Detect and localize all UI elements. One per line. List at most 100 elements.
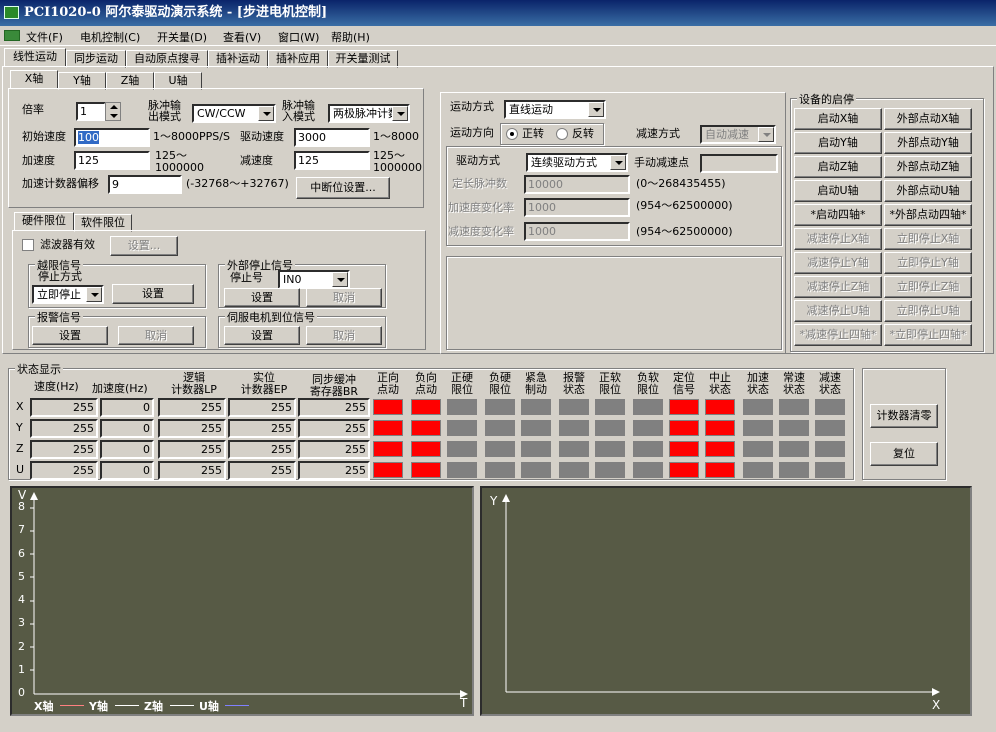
document-icon[interactable] <box>4 30 20 41</box>
decel-rate-input[interactable]: 1000 <box>524 222 630 241</box>
chevron-down-icon[interactable] <box>86 287 102 302</box>
flag-header-11-2: 状态 <box>783 383 805 396</box>
device-button-0-0[interactable]: 启动X轴 <box>794 108 882 130</box>
tab-linear[interactable]: 线性运动 <box>4 48 66 66</box>
chevron-down-icon[interactable] <box>588 102 604 117</box>
br-value: 255 <box>298 398 370 417</box>
menu-motor[interactable]: 电机控制(C) <box>80 29 140 45</box>
clear-counter-button[interactable]: 计数器清零 <box>870 404 938 428</box>
dir-reverse-radio[interactable] <box>556 128 568 140</box>
manual-decel-input[interactable] <box>700 154 778 173</box>
interrupt-setup-button[interactable]: 中断位设置... <box>296 177 390 199</box>
accel-input[interactable]: 125 <box>74 151 150 170</box>
flag-header-7-2: 限位 <box>637 383 659 396</box>
ext-setup-button[interactable]: 设置 <box>224 288 300 307</box>
device-button-8-0[interactable]: 减速停止U轴 <box>794 300 882 322</box>
window-title: PCI1020-0 阿尔泰驱动演示系统 - [步进电机控制] <box>0 0 996 26</box>
filter-setup-button[interactable]: 设置... <box>110 236 178 256</box>
menu-file[interactable]: 文件(F) <box>26 29 63 45</box>
drive-speed-input[interactable]: 3000 <box>294 128 370 147</box>
device-button-6-0[interactable]: 减速停止Y轴 <box>794 252 882 274</box>
legend-name: U轴 <box>199 700 219 713</box>
tab-axis-x[interactable]: X轴 <box>10 70 58 88</box>
counter-offset-label: 加速计数器偏移 <box>22 177 99 190</box>
accel-value: 0 <box>100 440 154 459</box>
counter-offset-range: (-32768～+32767) <box>186 177 289 190</box>
status-led <box>521 420 551 436</box>
flag-header-4-2: 制动 <box>525 383 547 396</box>
chevron-down-icon[interactable] <box>258 106 274 121</box>
chevron-down-icon[interactable] <box>758 127 774 142</box>
motion-dir-label: 运动方向 <box>450 126 494 139</box>
tab-hardware-limit[interactable]: 硬件限位 <box>14 212 74 230</box>
servo-setup-button[interactable]: 设置 <box>224 326 300 345</box>
device-button-5-1[interactable]: 立即停止X轴 <box>884 228 972 250</box>
ext-cancel-button[interactable]: 取消 <box>306 288 382 307</box>
decel-mode-select[interactable]: 自动减速 <box>700 125 776 144</box>
device-button-5-0[interactable]: 减速停止X轴 <box>794 228 882 250</box>
counter-offset-input[interactable]: 9 <box>108 175 182 194</box>
dir-forward-label: 正转 <box>522 127 544 140</box>
ratio-spinner[interactable] <box>105 102 121 121</box>
device-group-label: 设备的启停 <box>797 91 856 107</box>
init-speed-input[interactable]: 100 <box>74 128 150 147</box>
device-button-9-0[interactable]: *减速停止四轴* <box>794 324 882 346</box>
status-led <box>815 462 845 478</box>
device-button-4-1[interactable]: *外部点动四轴* <box>884 204 972 226</box>
servo-cancel-button[interactable]: 取消 <box>306 326 382 345</box>
device-button-1-0[interactable]: 启动Y轴 <box>794 132 882 154</box>
chevron-down-icon[interactable] <box>610 155 626 170</box>
ratio-input[interactable]: 1 <box>76 102 106 121</box>
device-button-2-1[interactable]: 外部点动Z轴 <box>884 156 972 178</box>
status-led <box>559 441 589 457</box>
device-button-1-1[interactable]: 外部点动Y轴 <box>884 132 972 154</box>
reset-button[interactable]: 复位 <box>870 442 938 466</box>
menu-view[interactable]: 查看(V) <box>223 29 261 45</box>
flag-header-5-1: 报警 <box>563 371 585 384</box>
decel-input[interactable]: 125 <box>294 151 370 170</box>
device-button-4-0[interactable]: *启动四轴* <box>794 204 882 226</box>
motion-mode-label: 运动方式 <box>450 100 494 113</box>
decel-rate-range: (954～62500000) <box>636 225 733 238</box>
filter-checkbox[interactable] <box>22 239 34 251</box>
fixed-pulse-input[interactable]: 10000 <box>524 175 630 194</box>
y-tick-label: 4 <box>18 593 25 606</box>
device-button-9-1[interactable]: *立即停止四轴* <box>884 324 972 346</box>
stop-no-select[interactable]: IN0 <box>278 270 350 289</box>
y-tick-label: 5 <box>18 569 25 583</box>
status-led <box>743 399 773 415</box>
flag-header-9-1: 中止 <box>709 371 731 384</box>
menu-window[interactable]: 窗口(W) <box>278 29 319 45</box>
device-button-7-0[interactable]: 减速停止Z轴 <box>794 276 882 298</box>
alarm-setup-button[interactable]: 设置 <box>32 326 108 345</box>
status-led <box>595 462 625 478</box>
drive-speed-range: 1～8000 <box>373 130 419 143</box>
menu-help[interactable]: 帮助(H) <box>331 29 370 45</box>
menu-io[interactable]: 开关量(D) <box>157 29 207 45</box>
motion-mode-select[interactable]: 直线运动 <box>504 100 606 119</box>
alarm-cancel-button[interactable]: 取消 <box>118 326 194 345</box>
status-led <box>595 420 625 436</box>
device-button-6-1[interactable]: 立即停止Y轴 <box>884 252 972 274</box>
chevron-down-icon[interactable] <box>332 272 348 287</box>
device-button-3-0[interactable]: 启动U轴 <box>794 180 882 202</box>
accel-rate-input[interactable]: 1000 <box>524 198 630 217</box>
device-button-0-1[interactable]: 外部点动X轴 <box>884 108 972 130</box>
pulse-in-select[interactable]: 两极脉冲计数 <box>328 104 410 123</box>
ep-value: 255 <box>228 461 296 480</box>
chevron-down-icon[interactable] <box>392 106 408 121</box>
pulse-in-value: 两极脉冲计数 <box>333 107 399 120</box>
alarm-group-label: 报警信号 <box>35 309 83 325</box>
stop-mode-select[interactable]: 立即停止 <box>32 285 104 304</box>
init-speed-value: 100 <box>78 131 99 144</box>
pulse-out-select[interactable]: CW/CCW <box>192 104 276 123</box>
drive-mode-select[interactable]: 连续驱动方式 <box>526 153 628 172</box>
status-led <box>779 441 809 457</box>
device-button-2-0[interactable]: 启动Z轴 <box>794 156 882 178</box>
dir-forward-radio[interactable] <box>506 128 518 140</box>
device-button-3-1[interactable]: 外部点动U轴 <box>884 180 972 202</box>
status-led <box>559 420 589 436</box>
overlimit-setup-button[interactable]: 设置 <box>112 284 194 304</box>
device-button-8-1[interactable]: 立即停止U轴 <box>884 300 972 322</box>
device-button-7-1[interactable]: 立即停止Z轴 <box>884 276 972 298</box>
